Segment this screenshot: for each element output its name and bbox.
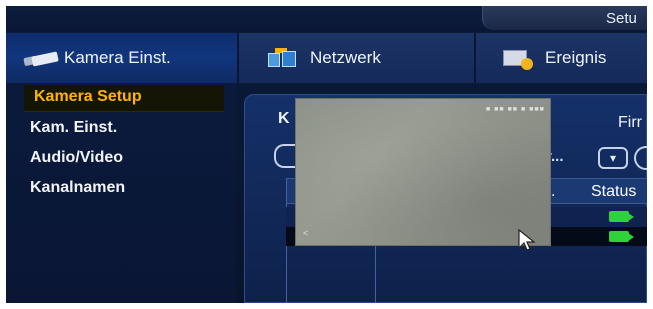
sidebar-item-audio-video[interactable]: Audio/Video bbox=[30, 149, 123, 167]
column-header-truncated: . bbox=[551, 183, 556, 200]
tab-label: Kamera Einst. bbox=[64, 48, 171, 67]
preview-osd-text: ■ ■■ ■■ ■ ■■■ bbox=[486, 106, 545, 113]
column-header-firmware: Firr bbox=[618, 114, 642, 131]
sidebar-item-kamera-setup[interactable]: Kamera Setup bbox=[34, 88, 142, 106]
window-title: Setu bbox=[606, 10, 637, 27]
event-icon bbox=[501, 46, 535, 70]
sidebar-item-kanalnamen[interactable]: Kanalnamen bbox=[30, 179, 125, 197]
tab-label: Ereignis bbox=[545, 48, 607, 67]
camera-online-icon bbox=[609, 211, 634, 222]
panel-label: K bbox=[278, 110, 290, 127]
camera-icon bbox=[20, 48, 60, 68]
mouse-cursor-icon bbox=[518, 228, 536, 251]
preview-corner-mark: < bbox=[303, 228, 309, 238]
tab-ereignis[interactable]: Ereignis bbox=[501, 33, 647, 83]
menu-separator bbox=[237, 33, 239, 83]
menu-separator bbox=[474, 33, 476, 83]
column-header-status: Status bbox=[591, 183, 637, 200]
dvr-screen: Setu Kamera Einst. Netzwerk Ereignis Kam… bbox=[6, 6, 647, 303]
camera-preview bbox=[295, 98, 551, 246]
sidebar-item-kam-einst[interactable]: Kam. Einst. bbox=[30, 119, 117, 137]
tab-netzwerk[interactable]: Netzwerk bbox=[266, 33, 466, 83]
tab-kamera-einst[interactable]: Kamera Einst. bbox=[6, 33, 237, 83]
dropdown-button[interactable]: ▾ bbox=[598, 147, 628, 169]
photo-frame: Setu Kamera Einst. Netzwerk Ereignis Kam… bbox=[6, 6, 647, 303]
tab-label: Netzwerk bbox=[310, 48, 381, 67]
camera-online-icon bbox=[609, 231, 634, 242]
chevron-down-icon: ▾ bbox=[609, 151, 617, 165]
network-icon bbox=[266, 47, 300, 69]
